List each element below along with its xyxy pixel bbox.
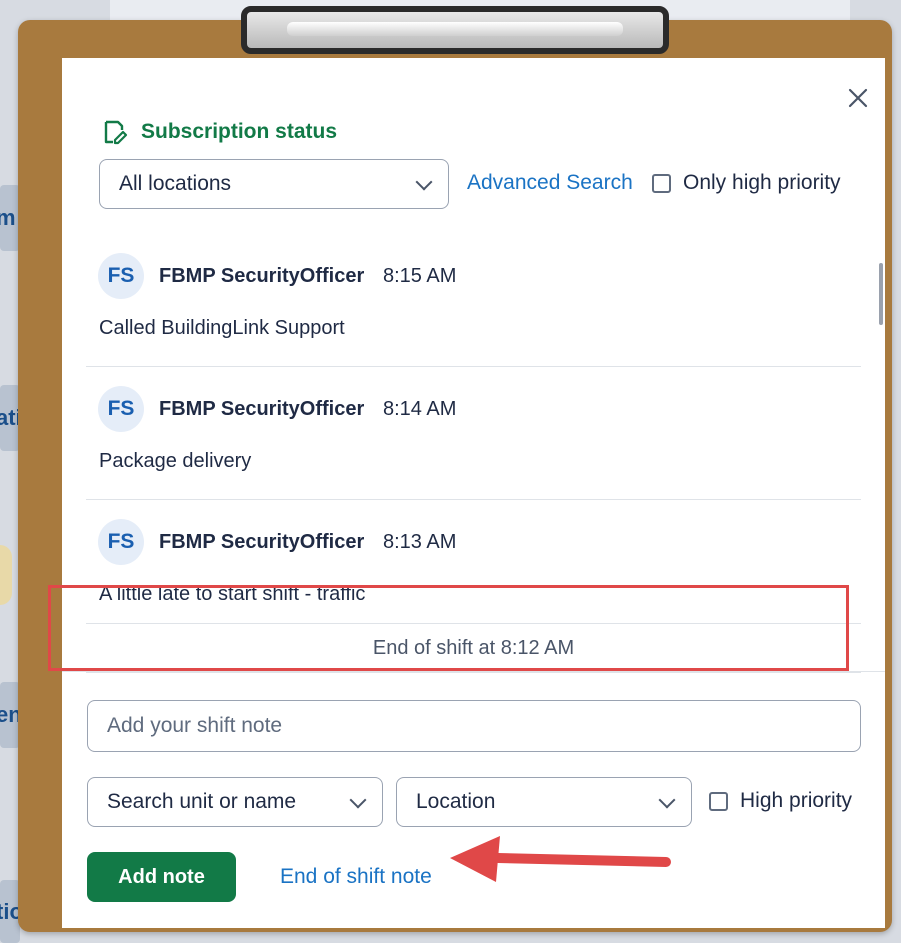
add-note-button[interactable]: Add note	[87, 852, 236, 902]
checkbox-box[interactable]	[709, 791, 728, 811]
divider	[62, 671, 885, 672]
background-nav-item: en	[0, 682, 20, 748]
background-nav-label: tio	[0, 899, 20, 924]
list-item: FS FBMP SecurityOfficer 8:15 AM Called B…	[86, 233, 861, 367]
chevron-down-icon	[415, 173, 433, 191]
end-of-shift-note-link[interactable]: End of shift note	[280, 865, 432, 889]
high-priority-label: High priority	[740, 789, 853, 812]
note-time: 8:14 AM	[383, 398, 457, 420]
chevron-down-icon	[658, 791, 676, 809]
avatar: FS	[98, 386, 144, 432]
avatar: FS	[98, 253, 144, 299]
only-high-priority-checkbox[interactable]: Only high priority	[652, 171, 841, 195]
location-filter-value: All locations	[119, 172, 232, 195]
unit-search-value: Search unit or name	[107, 790, 297, 813]
subscription-status-label: Subscription status	[141, 120, 338, 143]
note-text: Package delivery	[99, 450, 252, 472]
feed-scrollbar[interactable]	[879, 263, 883, 325]
note-time: 8:13 AM	[383, 531, 457, 553]
clip-highlight	[287, 22, 623, 36]
background-avatar	[0, 545, 12, 605]
subscription-status-link[interactable]: Subscription status	[101, 118, 337, 146]
note-text: Called BuildingLink Support	[99, 317, 345, 339]
note-author: FBMP SecurityOfficer	[159, 531, 365, 553]
note-author: FBMP SecurityOfficer	[159, 265, 365, 287]
location-filter-select[interactable]: All locations	[99, 159, 449, 209]
checkbox-box[interactable]	[652, 173, 671, 193]
only-high-priority-label: Only high priority	[683, 171, 841, 194]
background-nav-item: m	[0, 185, 20, 251]
location-select-value: Location	[416, 790, 496, 813]
clipboard-frame: Subscription status All locations Advanc…	[18, 20, 892, 932]
advanced-search-link[interactable]: Advanced Search	[467, 171, 633, 195]
chevron-down-icon	[349, 791, 367, 809]
unit-search-select[interactable]: Search unit or name	[87, 777, 383, 827]
annotation-highlight-box	[48, 585, 849, 671]
background-nav-label: ati	[0, 405, 20, 430]
annotation-arrow-icon	[450, 836, 671, 882]
close-icon[interactable]	[844, 86, 872, 114]
note-time: 8:15 AM	[383, 265, 457, 287]
background-nav-item: ati	[0, 385, 20, 451]
note-author: FBMP SecurityOfficer	[159, 398, 365, 420]
background-nav-label: m	[0, 205, 16, 230]
shift-notes-dialog: Subscription status All locations Advanc…	[62, 58, 885, 928]
high-priority-checkbox[interactable]: High priority	[709, 789, 852, 813]
location-select[interactable]: Location	[396, 777, 692, 827]
list-item: FS FBMP SecurityOfficer 8:14 AM Package …	[86, 366, 861, 500]
avatar: FS	[98, 519, 144, 565]
background-nav-item: tio	[0, 880, 20, 943]
close-icon-glyph	[848, 88, 868, 108]
background-nav-label: en	[0, 702, 20, 727]
edit-note-icon	[104, 120, 128, 145]
clipboard-clip	[241, 6, 669, 54]
shift-note-input[interactable]	[87, 700, 861, 752]
